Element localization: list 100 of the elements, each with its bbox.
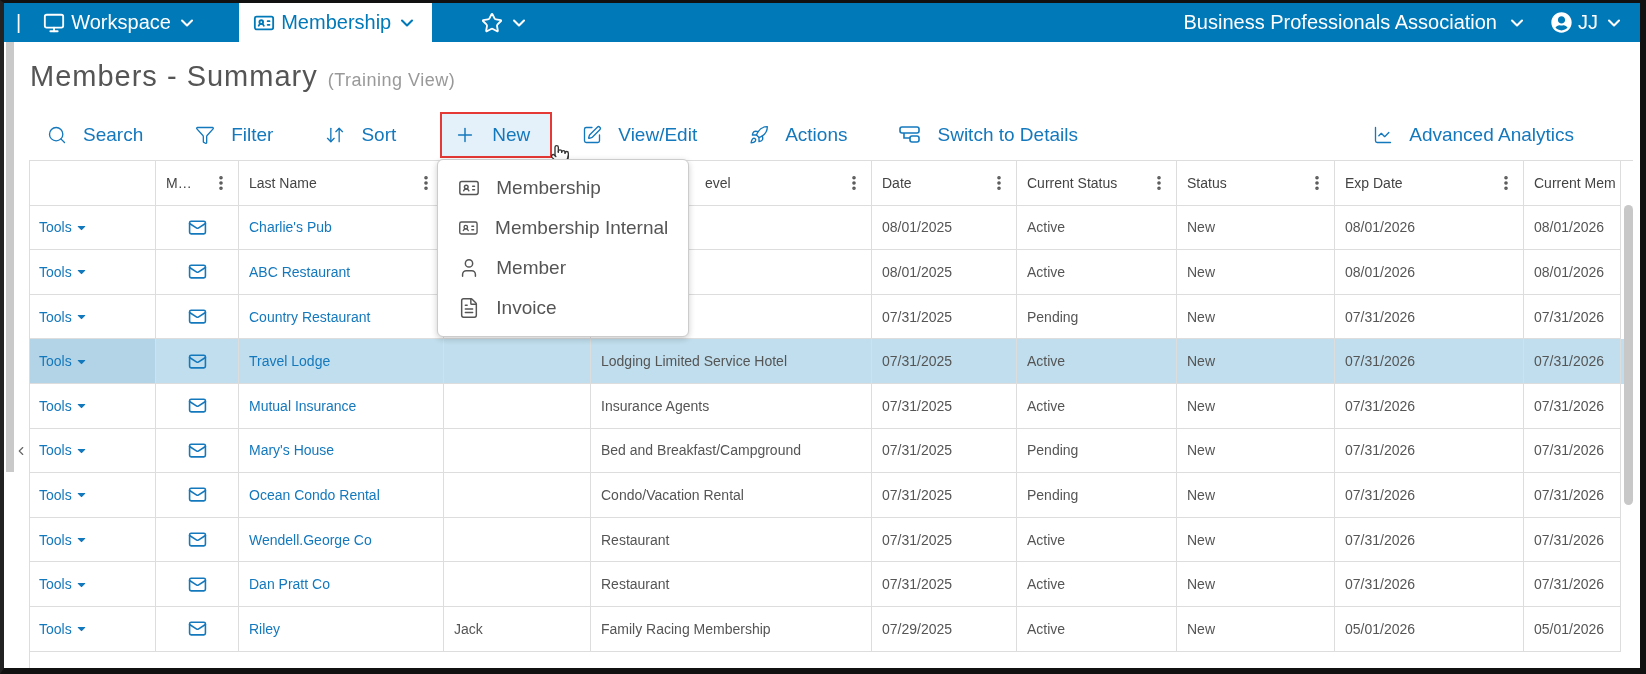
tools-dropdown[interactable]: Tools: [39, 442, 88, 459]
nav-tab[interactable]: Membership: [239, 3, 433, 42]
search-button[interactable]: Search: [39, 112, 166, 158]
user-avatar-icon: [1551, 12, 1572, 33]
sort-button[interactable]: Sort: [317, 112, 419, 158]
tools-dropdown[interactable]: Tools: [39, 264, 88, 280]
tools-dropdown[interactable]: Tools: [39, 620, 88, 637]
table-cell: 07/31/2026: [1345, 353, 1416, 370]
member-name-link[interactable]: Mutual Insurance: [249, 397, 357, 414]
mail-icon[interactable]: [187, 485, 207, 505]
table-cell: New: [1187, 264, 1215, 280]
user-menu[interactable]: JJ: [1551, 3, 1640, 42]
analytics-button[interactable]: Advanced Analytics: [1365, 112, 1596, 158]
table-cell: 07/31/2025: [882, 397, 953, 414]
mail-icon[interactable]: [187, 440, 207, 460]
mail-icon[interactable]: [187, 530, 207, 550]
separator: |: [16, 11, 22, 34]
table-cell: New: [1187, 486, 1215, 503]
menu-item[interactable]: Membership Internal: [438, 208, 689, 248]
table-cell: 07/31/2025: [882, 442, 953, 459]
search-icon: [47, 125, 67, 145]
tools-dropdown[interactable]: Tools: [39, 486, 88, 503]
column-header: Status: [1187, 174, 1227, 191]
table-cell: Active: [1027, 264, 1066, 280]
table-cell: New: [1187, 620, 1215, 637]
mail-icon[interactable]: [187, 619, 207, 639]
filter-button[interactable]: Filter: [187, 112, 296, 158]
table-cell: Condo/Vacation Rental: [601, 486, 744, 503]
table-cell: 07/31/2026: [1534, 397, 1605, 414]
mail-icon[interactable]: [187, 396, 207, 416]
mail-icon[interactable]: [187, 217, 207, 237]
nav-tab[interactable]: Workspace: [29, 3, 240, 42]
table-cell: New: [1187, 531, 1215, 548]
organization-menu[interactable]: Business Professionals Association: [1183, 3, 1551, 42]
column-header: Exp Date: [1345, 174, 1403, 191]
monitor-icon: [43, 11, 66, 34]
column-header: evel: [704, 174, 731, 191]
table-cell: 07/31/2026: [1534, 353, 1605, 370]
switch-button[interactable]: Switch to Details: [891, 112, 1100, 158]
table-cell: New: [1187, 397, 1215, 414]
table-cell: 07/31/2026: [1345, 442, 1416, 459]
tools-dropdown[interactable]: Tools: [39, 576, 88, 593]
table-cell: 08/01/2026: [1534, 264, 1605, 280]
member-name-link[interactable]: Ocean Condo Rental: [249, 486, 380, 503]
table-cell: Restaurant: [601, 576, 670, 593]
menu-item[interactable]: Membership: [438, 168, 689, 208]
table-cell: New: [1187, 219, 1215, 236]
column-header: M…: [166, 174, 192, 191]
column-header: Current Status: [1027, 174, 1118, 191]
table-cell: Pending: [1027, 442, 1079, 459]
tools-dropdown[interactable]: Tools: [39, 353, 88, 370]
member-name-link[interactable]: Wendell.George Co: [249, 531, 372, 548]
table-cell: 08/01/2026: [1534, 219, 1605, 236]
member-name-link[interactable]: Country Restaurant: [249, 308, 371, 325]
member-name-link[interactable]: Riley: [249, 620, 281, 637]
table-cell: New: [1187, 308, 1215, 325]
table-cell: 05/01/2026: [1534, 620, 1605, 637]
pencil-icon: [582, 125, 603, 145]
new-button[interactable]: New: [440, 112, 553, 158]
table-cell: Active: [1027, 219, 1066, 236]
mail-icon[interactable]: [187, 351, 207, 371]
edit-button[interactable]: View/Edit: [574, 112, 720, 158]
actions-button[interactable]: Actions: [741, 112, 870, 158]
member-name-link[interactable]: Mary's House: [249, 442, 335, 459]
tools-dropdown[interactable]: Tools: [39, 397, 88, 414]
table-cell: 07/31/2025: [882, 486, 953, 503]
rocket-icon: [749, 125, 770, 145]
column-header: Date: [882, 174, 912, 191]
table-cell: Active: [1027, 531, 1066, 548]
tools-dropdown[interactable]: Tools: [39, 531, 88, 548]
mail-icon[interactable]: [187, 574, 207, 594]
table-cell: 07/31/2026: [1345, 308, 1416, 325]
sort-icon: [325, 125, 346, 145]
table-cell: 08/01/2026: [1345, 264, 1416, 280]
table-cell: 08/01/2025: [882, 264, 953, 280]
table-cell: Family Racing Membership: [601, 620, 771, 637]
table-cell: 07/31/2026: [1534, 308, 1605, 325]
table-cell: 05/01/2026: [1345, 620, 1416, 637]
mail-icon[interactable]: [187, 262, 207, 282]
member-name-link[interactable]: Travel Lodge: [249, 353, 331, 370]
tools-dropdown[interactable]: Tools: [39, 219, 88, 236]
scrollbar-thumb[interactable]: [6, 42, 14, 472]
scrollbar-thumb[interactable]: [1624, 205, 1633, 505]
tools-dropdown[interactable]: Tools: [39, 308, 88, 325]
table-cell: New: [1187, 442, 1215, 459]
table-cell: New: [1187, 576, 1215, 593]
member-name-link[interactable]: ABC Restaurant: [249, 264, 351, 280]
table-cell: Insurance Agents: [601, 397, 710, 414]
table-cell: 07/31/2026: [1534, 442, 1605, 459]
column-header: Current Mem: [1534, 174, 1616, 191]
line-chart-icon: [1373, 125, 1394, 145]
page-title: Members - Summary: [30, 60, 318, 93]
table-cell: Lodging Limited Service Hotel: [601, 353, 787, 370]
menu-item[interactable]: Member: [438, 248, 689, 288]
table-cell: 07/31/2025: [882, 531, 953, 548]
member-name-link[interactable]: Dan Pratt Co: [249, 576, 330, 593]
table-cell: 07/31/2025: [882, 308, 953, 325]
mail-icon[interactable]: [187, 307, 207, 327]
table-cell: 07/31/2026: [1534, 576, 1605, 593]
member-name-link[interactable]: Charlie's Pub: [249, 219, 332, 236]
